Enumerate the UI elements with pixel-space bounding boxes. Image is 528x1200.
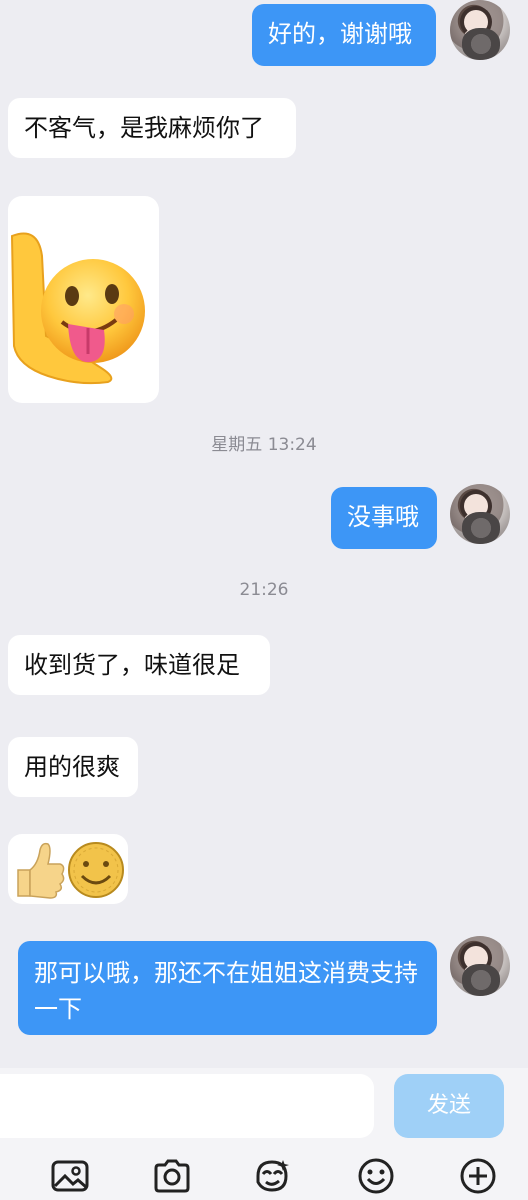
timestamp: 21:26 (239, 580, 289, 600)
send-button[interactable]: 发送 (394, 1074, 504, 1138)
avatar-dog (462, 512, 500, 544)
avatar-dog (462, 964, 500, 996)
message-bubble-theirs[interactable]: 收到货了，味道很足 (8, 635, 270, 695)
message-input[interactable] (0, 1074, 374, 1138)
emoji-message[interactable] (8, 834, 128, 904)
user-avatar[interactable] (450, 936, 510, 996)
camera-icon[interactable] (152, 1156, 192, 1196)
message-bubble-mine[interactable]: 好的，谢谢哦 (252, 4, 436, 66)
sticker-icon[interactable] (252, 1156, 292, 1196)
user-avatar[interactable] (450, 0, 510, 60)
image-icon[interactable] (50, 1156, 90, 1196)
timestamp: 星期五 13:24 (211, 435, 317, 455)
plus-icon[interactable] (458, 1156, 498, 1196)
sticker-message[interactable] (8, 196, 159, 403)
smile-emoji (68, 842, 124, 898)
message-bubble-mine[interactable]: 没事哦 (331, 487, 437, 549)
message-bubble-theirs[interactable]: 用的很爽 (8, 737, 138, 797)
user-avatar[interactable] (450, 484, 510, 544)
message-bubble-theirs[interactable]: 不客气，是我麻烦你了 (8, 98, 296, 158)
input-bar: 发送 (0, 1068, 528, 1200)
message-bubble-mine[interactable]: 那可以哦，那还不在姐姐这消费支持一下 (18, 941, 437, 1035)
thumbs-up-emoji (17, 842, 65, 899)
emoji-icon[interactable] (356, 1156, 396, 1196)
tongue-out-emoji-sticker (10, 232, 145, 385)
avatar-dog (462, 28, 500, 60)
